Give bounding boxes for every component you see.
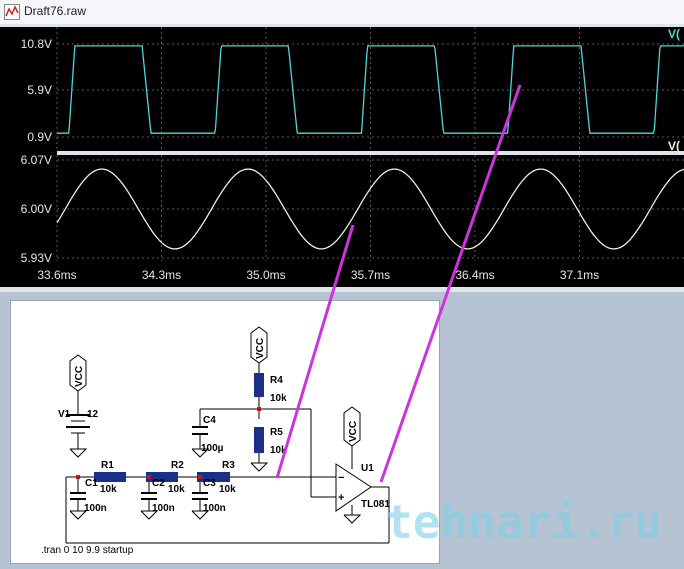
top-trace-label[interactable]: V(	[668, 27, 680, 41]
spice-directive[interactable]: .tran 0 10 9.9 startup	[41, 545, 134, 556]
r2-name: R2	[171, 460, 184, 471]
v1-name: V1	[58, 409, 71, 420]
window-titlebar: Draft76.raw	[0, 0, 684, 25]
window-title: Draft76.raw	[24, 4, 87, 18]
c4-value: 100µ	[201, 443, 224, 454]
c2-name: C2	[152, 478, 165, 489]
y-tick-label: 6.00V	[21, 202, 52, 216]
r4-name: R4	[270, 375, 283, 386]
schematic-panel[interactable]: VCC VCC VCC − + V1 12 R1 10k R2 10k R3 1…	[10, 300, 440, 564]
r1-value: 10k	[100, 484, 117, 495]
y-tick-label: 5.93V	[21, 251, 52, 265]
schematic-canvas[interactable]: VCC VCC VCC − + V1 12 R1 10k R2 10k R3 1…	[11, 301, 439, 563]
ground-icon	[69, 448, 88, 458]
bottom-trace-label[interactable]: V(	[668, 139, 680, 153]
c1-name: C1	[85, 478, 98, 489]
x-tick-label: 33.6ms	[37, 268, 76, 282]
c3-value: 100n	[203, 503, 226, 514]
c4-name: C4	[203, 415, 216, 426]
vcc-label-r4: VCC	[255, 338, 266, 359]
x-tick-label: 35.0ms	[246, 268, 285, 282]
r5-value: 10k	[270, 445, 287, 456]
resistor-r5[interactable]	[254, 427, 264, 453]
x-tick-label: 35.7ms	[351, 268, 390, 282]
r1-name: R1	[101, 460, 114, 471]
vcc-label-u1: VCC	[348, 421, 359, 442]
c1-value: 100n	[84, 503, 107, 514]
capacitors[interactable]	[70, 426, 208, 511]
r3-value: 10k	[219, 484, 236, 495]
r5-name: R5	[270, 427, 283, 438]
x-tick-label: 37.1ms	[560, 268, 599, 282]
capacitor-c4[interactable]	[192, 426, 208, 441]
u1-part: TL081	[361, 499, 390, 510]
vcc-flags[interactable]	[69, 326, 361, 447]
wires	[65, 363, 390, 544]
x-tick-label: 34.3ms	[142, 268, 181, 282]
opamp-minus-sign: −	[338, 472, 344, 484]
r3-name: R3	[222, 460, 235, 471]
v1-value: 12	[87, 409, 99, 420]
ground-icon	[343, 514, 362, 524]
vcc-label-v1: VCC	[74, 366, 85, 387]
resistor-r4[interactable]	[254, 373, 264, 397]
waveform-app-icon	[4, 4, 20, 20]
r2-value: 10k	[168, 484, 185, 495]
c2-value: 100n	[152, 503, 175, 514]
waveform-plot[interactable]: 10.8V 5.9V 0.9V 6.07V 6.00V 5.93V 33.6ms 34.3…	[0, 24, 684, 292]
r4-value: 10k	[270, 393, 287, 404]
y-tick-label: 5.9V	[27, 83, 52, 97]
u1-name: U1	[361, 463, 374, 474]
y-tick-label: 0.9V	[27, 130, 52, 144]
y-tick-label: 6.07V	[21, 153, 52, 167]
y-tick-label: 10.8V	[21, 37, 52, 51]
x-tick-label: 36.4ms	[455, 268, 494, 282]
c3-name: C3	[203, 478, 216, 489]
y-axis-label-area	[0, 27, 57, 261]
resistor-r1[interactable]	[94, 472, 126, 482]
ground-icon	[250, 462, 269, 472]
opamp-plus-sign: +	[338, 492, 344, 504]
